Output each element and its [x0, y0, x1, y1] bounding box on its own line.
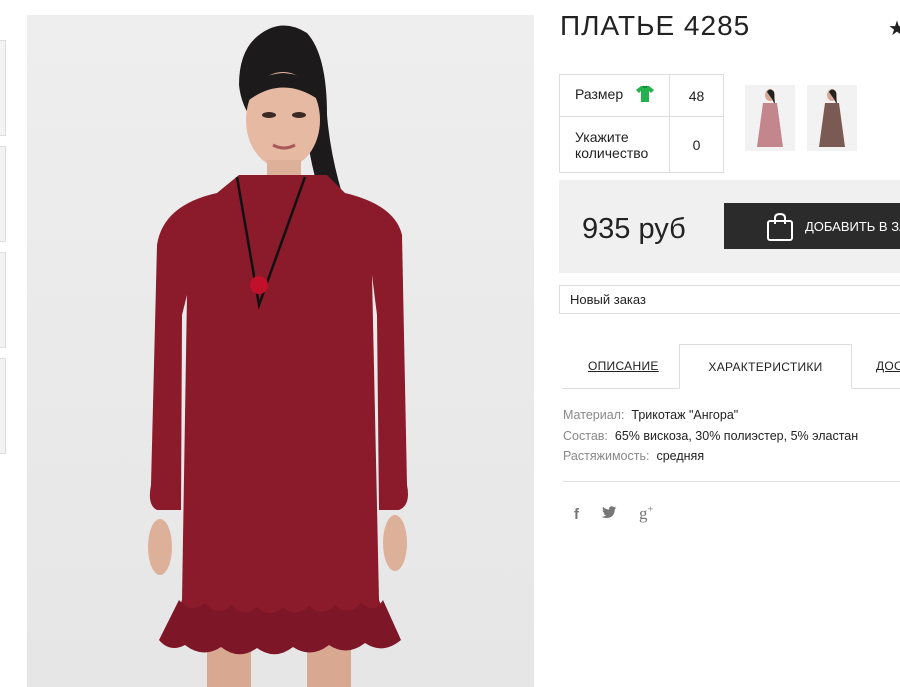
specs-list: Материал: Трикотаж "Ангора" Состав: 65% ви…: [563, 405, 858, 467]
size-label: Размер: [575, 86, 624, 103]
star-icon[interactable]: ★: [888, 16, 900, 41]
spec-value: Трикотаж "Ангора": [631, 408, 739, 422]
facebook-icon[interactable]: f: [574, 506, 579, 523]
price-box: 935 руб ДОБАВИТЬ В ЗАКАЗ: [559, 180, 900, 273]
spec-row: Состав: 65% вискоза, 30% полиэстер, 5% эл…: [563, 426, 858, 447]
price: 935 руб: [582, 213, 686, 245]
thumbnail[interactable]: [0, 252, 6, 348]
product-title: ПЛАТЬЕ 4285: [560, 10, 751, 41]
product-photo[interactable]: [27, 15, 534, 687]
add-to-cart-label: ДОБАВИТЬ В ЗАКАЗ: [805, 219, 900, 234]
tab-description[interactable]: ОПИСАНИЕ: [588, 344, 659, 389]
quantity-label: Укажите количество: [559, 116, 670, 173]
google-plus-icon[interactable]: g+: [639, 504, 653, 524]
tab-delivery[interactable]: ДОСТАВКА: [876, 344, 900, 389]
social-share: f g+: [574, 504, 653, 524]
spec-key: Состав:: [563, 428, 608, 443]
shopping-bag-icon: [766, 212, 794, 245]
spec-key: Материал:: [563, 408, 625, 422]
thumbnail[interactable]: [0, 40, 6, 136]
size-label-cell: Размер: [559, 74, 670, 117]
order-select[interactable]: Новый заказ: [559, 285, 900, 314]
thumbnail[interactable]: [0, 146, 6, 242]
product-tabs: ОПИСАНИЕ ХАРАКТЕРИСТИКИ ДОСТАВКА: [562, 344, 900, 389]
color-swatch-brown[interactable]: [807, 85, 857, 151]
spec-value: 65% вискоза, 30% полиэстер, 5% эластан: [614, 428, 859, 443]
thumbnail-strip: [0, 40, 6, 464]
size-value[interactable]: 48: [669, 74, 724, 117]
tab-characteristics[interactable]: ХАРАКТЕРИСТИКИ: [679, 344, 852, 389]
divider: [563, 481, 900, 482]
spec-row: Растяжимость: средняя: [563, 446, 858, 467]
spec-row: Материал: Трикотаж "Ангора": [563, 405, 858, 426]
spec-value: средняя: [656, 449, 705, 463]
spec-key: Растяжимость:: [563, 449, 650, 463]
quantity-input[interactable]: 0: [669, 116, 724, 173]
add-to-cart-button[interactable]: ДОБАВИТЬ В ЗАКАЗ: [724, 203, 900, 249]
options-table: Размер 48 Укажите количество 0: [559, 74, 724, 173]
tshirt-icon[interactable]: [635, 85, 655, 106]
twitter-icon[interactable]: [601, 505, 617, 523]
color-swatch-mauve[interactable]: [745, 85, 795, 151]
thumbnail[interactable]: [0, 358, 6, 454]
